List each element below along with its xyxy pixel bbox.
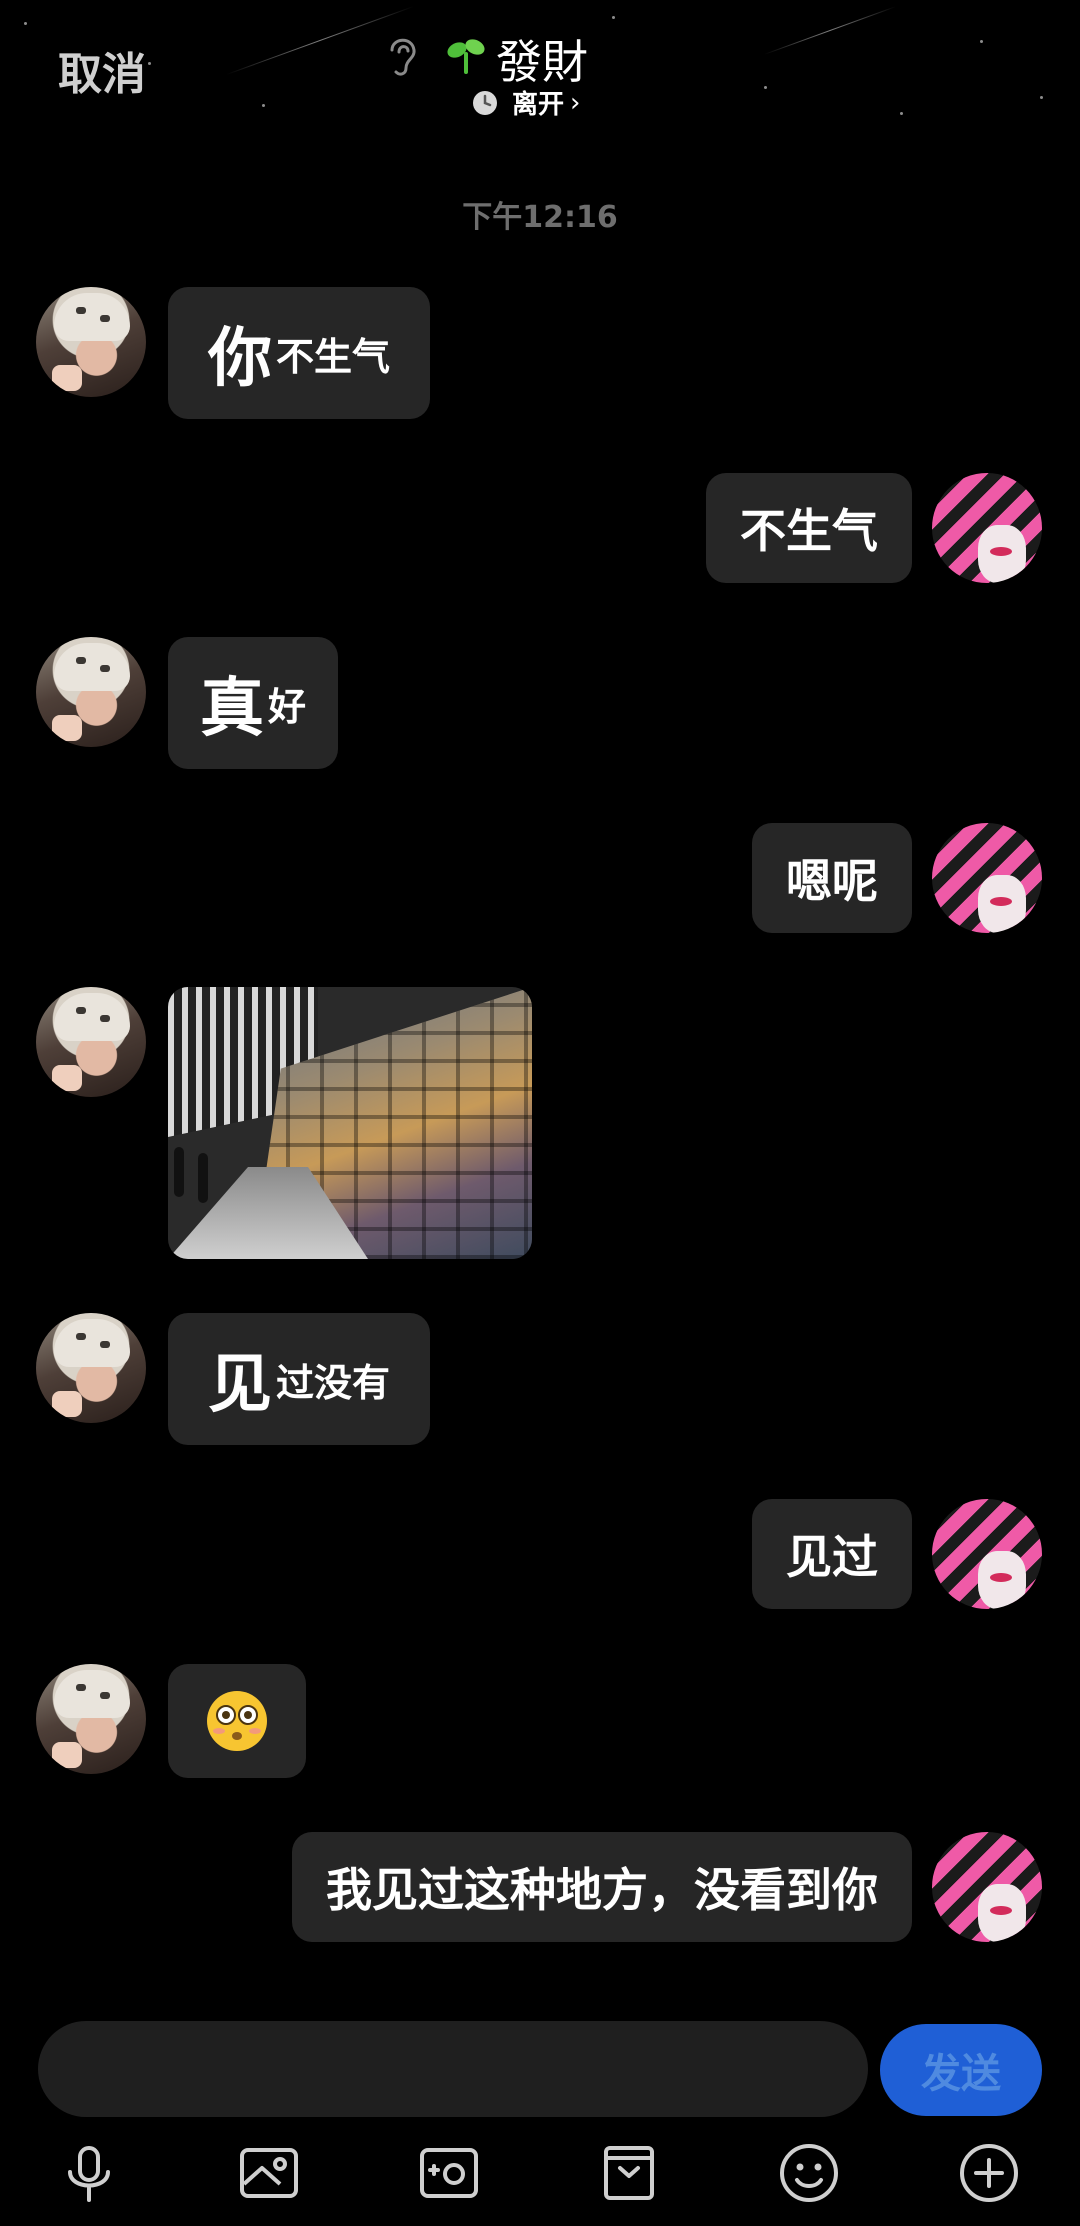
contact-avatar[interactable]	[36, 287, 146, 397]
camera-icon[interactable]	[416, 2140, 482, 2206]
clock-icon	[473, 90, 497, 115]
message-text-large: 你	[207, 322, 272, 396]
bag-icon[interactable]	[596, 2140, 662, 2206]
message-text-small: 好	[267, 684, 306, 729]
message-bubble-outgoing[interactable]: 不生气	[706, 473, 912, 583]
chevron-right-icon: ›	[570, 87, 581, 118]
smile-icon[interactable]	[776, 2140, 842, 2206]
message-text-small: 过没有	[275, 1360, 390, 1405]
photo-wall-image[interactable]	[168, 987, 532, 1259]
image-icon[interactable]	[236, 2140, 302, 2206]
chat-screen: 取消 發財 离开 › 下午12:16 你不生气 不生气 真好 嗯呢 见 过没有 …	[0, 0, 1080, 2226]
message-text: 不生气	[740, 504, 878, 558]
cancel-button[interactable]: 取消	[58, 38, 146, 102]
message-text: 嗯呢	[786, 854, 878, 908]
my-avatar[interactable]	[932, 1832, 1042, 1942]
contact-name[interactable]: 發財	[496, 26, 588, 92]
my-avatar[interactable]	[932, 1499, 1042, 1609]
message-bubble-outgoing[interactable]: 嗯呢	[752, 823, 912, 933]
message-bubble-incoming[interactable]: 你不生气	[168, 287, 430, 419]
message-bubble-incoming[interactable]: 真好	[168, 637, 338, 769]
flushed-face-icon	[207, 1691, 267, 1751]
ear-icon[interactable]	[382, 30, 422, 80]
contact-avatar[interactable]	[36, 637, 146, 747]
message-text-small: 不生气	[275, 334, 390, 379]
contact-avatar[interactable]	[36, 1664, 146, 1774]
message-bubble-outgoing[interactable]: 见过	[752, 1499, 912, 1609]
status-label: 离开	[512, 90, 565, 120]
message-input[interactable]	[38, 2021, 868, 2117]
my-avatar[interactable]	[932, 823, 1042, 933]
my-avatar[interactable]	[932, 473, 1042, 583]
presence-status[interactable]: 离开 ›	[472, 84, 580, 121]
plus-icon[interactable]	[956, 2140, 1022, 2206]
message-text-large: 见	[207, 1348, 272, 1422]
message-timestamp: 下午12:16	[462, 200, 618, 235]
microphone-icon[interactable]	[56, 2140, 122, 2206]
message-input-container[interactable]	[38, 2021, 868, 2117]
message-text: 见过	[786, 1530, 878, 1584]
message-bubble-incoming[interactable]: 见过没有	[168, 1313, 430, 1445]
message-bubble-emoji[interactable]	[168, 1664, 306, 1778]
contact-avatar[interactable]	[36, 987, 146, 1097]
message-bubble-outgoing[interactable]: 我见过这种地方，没看到你	[292, 1832, 912, 1942]
message-text: 我见过这种地方，没看到你	[326, 1863, 878, 1917]
bottom-toolbar	[0, 2134, 1080, 2214]
sprout-icon	[447, 39, 485, 74]
send-button[interactable]: 发送	[880, 2024, 1042, 2116]
message-text-large: 真	[199, 672, 264, 746]
contact-avatar[interactable]	[36, 1313, 146, 1423]
